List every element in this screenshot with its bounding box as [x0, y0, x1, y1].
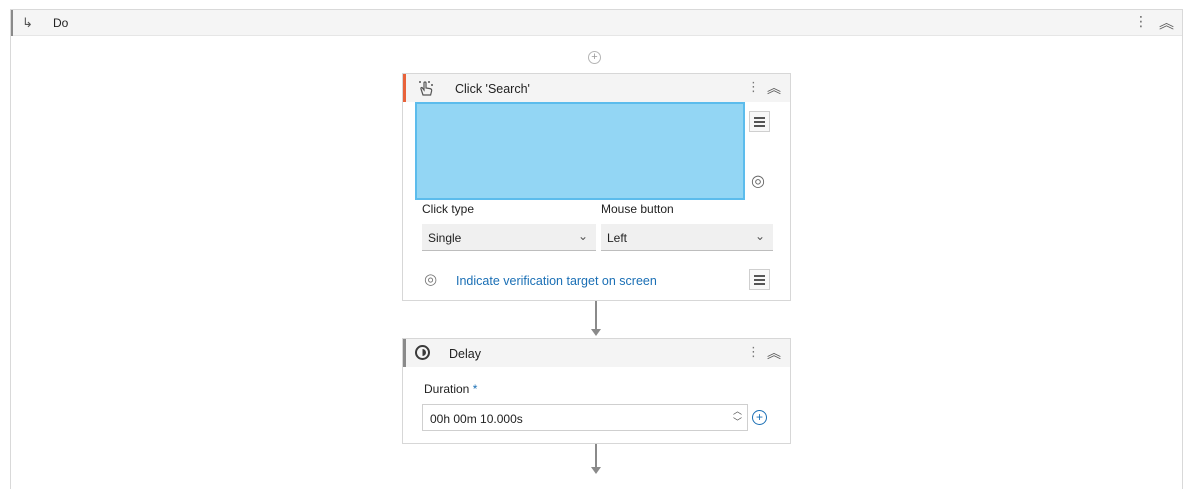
flow-connector [595, 444, 597, 468]
duration-spinner[interactable]: ︿ ﹀ [733, 406, 742, 428]
verification-menu-button[interactable] [749, 269, 770, 290]
click-type-value: Single [428, 231, 462, 245]
click-activity-card[interactable]: Click 'Search' ⋮ ︽ ◎ Click type Mouse bu… [402, 73, 791, 301]
delay-activity-title: Delay [449, 347, 481, 361]
expression-plus-button[interactable]: + [752, 410, 767, 425]
collapse-icon[interactable]: ︽ [1159, 12, 1174, 33]
collapse-icon[interactable]: ︽ [767, 78, 781, 98]
duration-label-text: Duration [424, 382, 470, 396]
duration-field[interactable]: 00h 00m 10.000s ︿ ﹀ [422, 404, 748, 431]
chevron-down-icon: ⌄ [754, 229, 765, 243]
sequence-accent-bar [11, 10, 13, 36]
duration-label: Duration * [424, 382, 477, 396]
more-options-icon[interactable]: ⋮ [747, 79, 760, 95]
click-activity-accent-bar [403, 74, 406, 102]
indicate-verification-link[interactable]: Indicate verification target on screen [456, 274, 657, 288]
mouse-button-label: Mouse button [601, 202, 674, 216]
click-activity-title: Click 'Search' [455, 82, 530, 96]
chevron-down-icon[interactable]: ﹀ [733, 417, 742, 428]
delay-activity-card[interactable]: Delay ⋮ ︽ Duration * 00h 00m 10.000s ︿ ﹀… [402, 338, 791, 444]
collapse-icon[interactable]: ︽ [767, 343, 781, 363]
chevron-down-icon: ⌄ [577, 229, 588, 243]
target-menu-button[interactable] [749, 111, 770, 132]
delay-activity-accent-bar [403, 339, 406, 367]
click-activity-header[interactable]: Click 'Search' ⋮ ︽ [403, 74, 790, 102]
sequence-title: Do [53, 16, 69, 30]
flow-arrow-icon [591, 329, 601, 336]
clock-icon [415, 345, 430, 360]
target-screenshot-preview [415, 102, 745, 200]
click-type-label: Click type [422, 202, 475, 216]
click-hand-icon [419, 81, 433, 96]
more-options-icon[interactable]: ⋮ [747, 344, 760, 360]
mouse-button-dropdown[interactable]: Left ⌄ [601, 224, 773, 251]
click-type-dropdown[interactable]: Single ⌄ [422, 224, 596, 251]
flow-connector [595, 301, 597, 330]
add-activity-button[interactable]: + [588, 51, 601, 64]
flow-arrow-icon [591, 467, 601, 474]
more-options-icon[interactable]: ⋮ [1134, 13, 1148, 30]
delay-activity-header[interactable]: Delay ⋮ ︽ [403, 339, 790, 367]
sequence-header[interactable]: ↳ Do ⋮ ︽ [11, 10, 1182, 36]
verification-target-icon[interactable]: ◎ [424, 270, 437, 288]
indicate-target-icon[interactable]: ◎ [751, 171, 765, 191]
chevron-up-icon[interactable]: ︿ [733, 406, 742, 417]
required-marker: * [472, 382, 478, 396]
mouse-button-value: Left [607, 231, 628, 245]
branch-arrow-icon: ↳ [22, 15, 33, 30]
duration-value: 00h 00m 10.000s [430, 412, 523, 426]
